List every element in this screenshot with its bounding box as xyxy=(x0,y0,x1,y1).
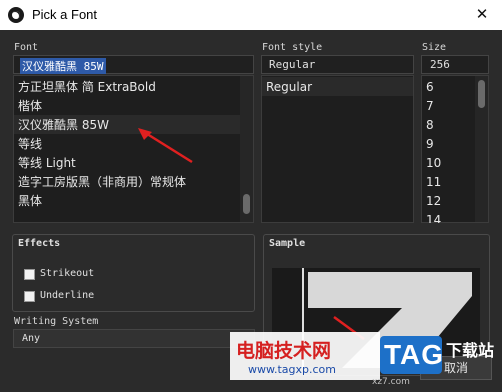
strikeout-checkbox[interactable] xyxy=(24,269,35,280)
close-button[interactable]: ✕ xyxy=(472,4,492,24)
size-item[interactable]: 7 xyxy=(426,97,434,115)
title-bar: Pick a Font ✕ xyxy=(0,0,502,30)
writing-system-label: Writing System xyxy=(14,316,99,327)
size-input-value: 256 xyxy=(430,58,450,71)
font-style-input[interactable]: Regular xyxy=(261,55,414,74)
font-list-scroll-thumb[interactable] xyxy=(243,194,250,214)
strikeout-label: Strikeout xyxy=(40,268,95,279)
font-input-value: 汉仪雅酷黑 85W xyxy=(20,58,106,74)
size-item[interactable]: 8 xyxy=(426,116,434,134)
size-input[interactable]: 256 xyxy=(421,55,489,74)
font-list-item[interactable]: 等线 Light xyxy=(18,154,76,172)
writing-system-select[interactable]: Any xyxy=(13,329,255,348)
size-item[interactable]: 14 xyxy=(426,211,441,223)
font-list-item[interactable]: 楷体 xyxy=(18,97,42,115)
size-label: Size xyxy=(422,42,447,53)
font-input[interactable]: 汉仪雅酷黑 85W xyxy=(13,55,254,74)
font-style-item[interactable]: Regular xyxy=(266,78,312,96)
size-item[interactable]: 6 xyxy=(426,78,434,96)
effects-group: Effects Strikeout Underline xyxy=(12,234,255,312)
watermark-tag-logo: TAG xyxy=(380,336,445,374)
size-item[interactable]: 12 xyxy=(426,192,441,210)
font-list-item[interactable]: 方正坦黑体 简 ExtraBold xyxy=(18,78,156,96)
font-list-item[interactable]: 造字工房版黑（非商用）常规体 xyxy=(18,173,186,191)
watermark-url-tail: xz7.com xyxy=(372,377,410,387)
font-list-scrollbar[interactable] xyxy=(240,76,253,222)
app-logo-icon xyxy=(8,7,24,23)
font-style-list[interactable]: Regular xyxy=(261,75,414,223)
sample-label: Sample xyxy=(269,238,306,249)
watermark-site-url: www.tagxp.com xyxy=(248,363,336,376)
window-title: Pick a Font xyxy=(32,7,98,22)
writing-system-value: Any xyxy=(22,333,41,344)
font-list-item[interactable]: 黑体 xyxy=(18,192,42,210)
font-label: Font xyxy=(14,42,39,53)
underline-checkbox[interactable] xyxy=(24,291,35,302)
size-item[interactable]: 9 xyxy=(426,135,434,153)
size-list-scroll-thumb[interactable] xyxy=(478,80,485,108)
annotation-arrow-icon xyxy=(138,128,193,164)
effects-label: Effects xyxy=(18,238,61,249)
watermark-site-title: 电脑技术网 xyxy=(236,340,332,362)
font-style-label: Font style xyxy=(262,42,323,53)
underline-label: Underline xyxy=(40,290,95,301)
font-style-input-value: Regular xyxy=(269,58,316,71)
size-item[interactable]: 11 xyxy=(426,173,441,191)
watermark-download-text: 下载站 xyxy=(446,341,495,360)
watermark-box: 电脑技术网 www.tagxp.com xyxy=(230,332,380,380)
font-list-item[interactable]: 等线 xyxy=(18,135,42,153)
size-list-scrollbar[interactable] xyxy=(475,76,488,222)
font-list-item-selected[interactable]: 汉仪雅酷黑 85W xyxy=(18,116,109,134)
size-list[interactable]: 6 7 8 9 10 11 12 14 xyxy=(421,75,489,223)
size-item[interactable]: 10 xyxy=(426,154,441,172)
watermark-tag-text: TAG xyxy=(384,339,445,370)
